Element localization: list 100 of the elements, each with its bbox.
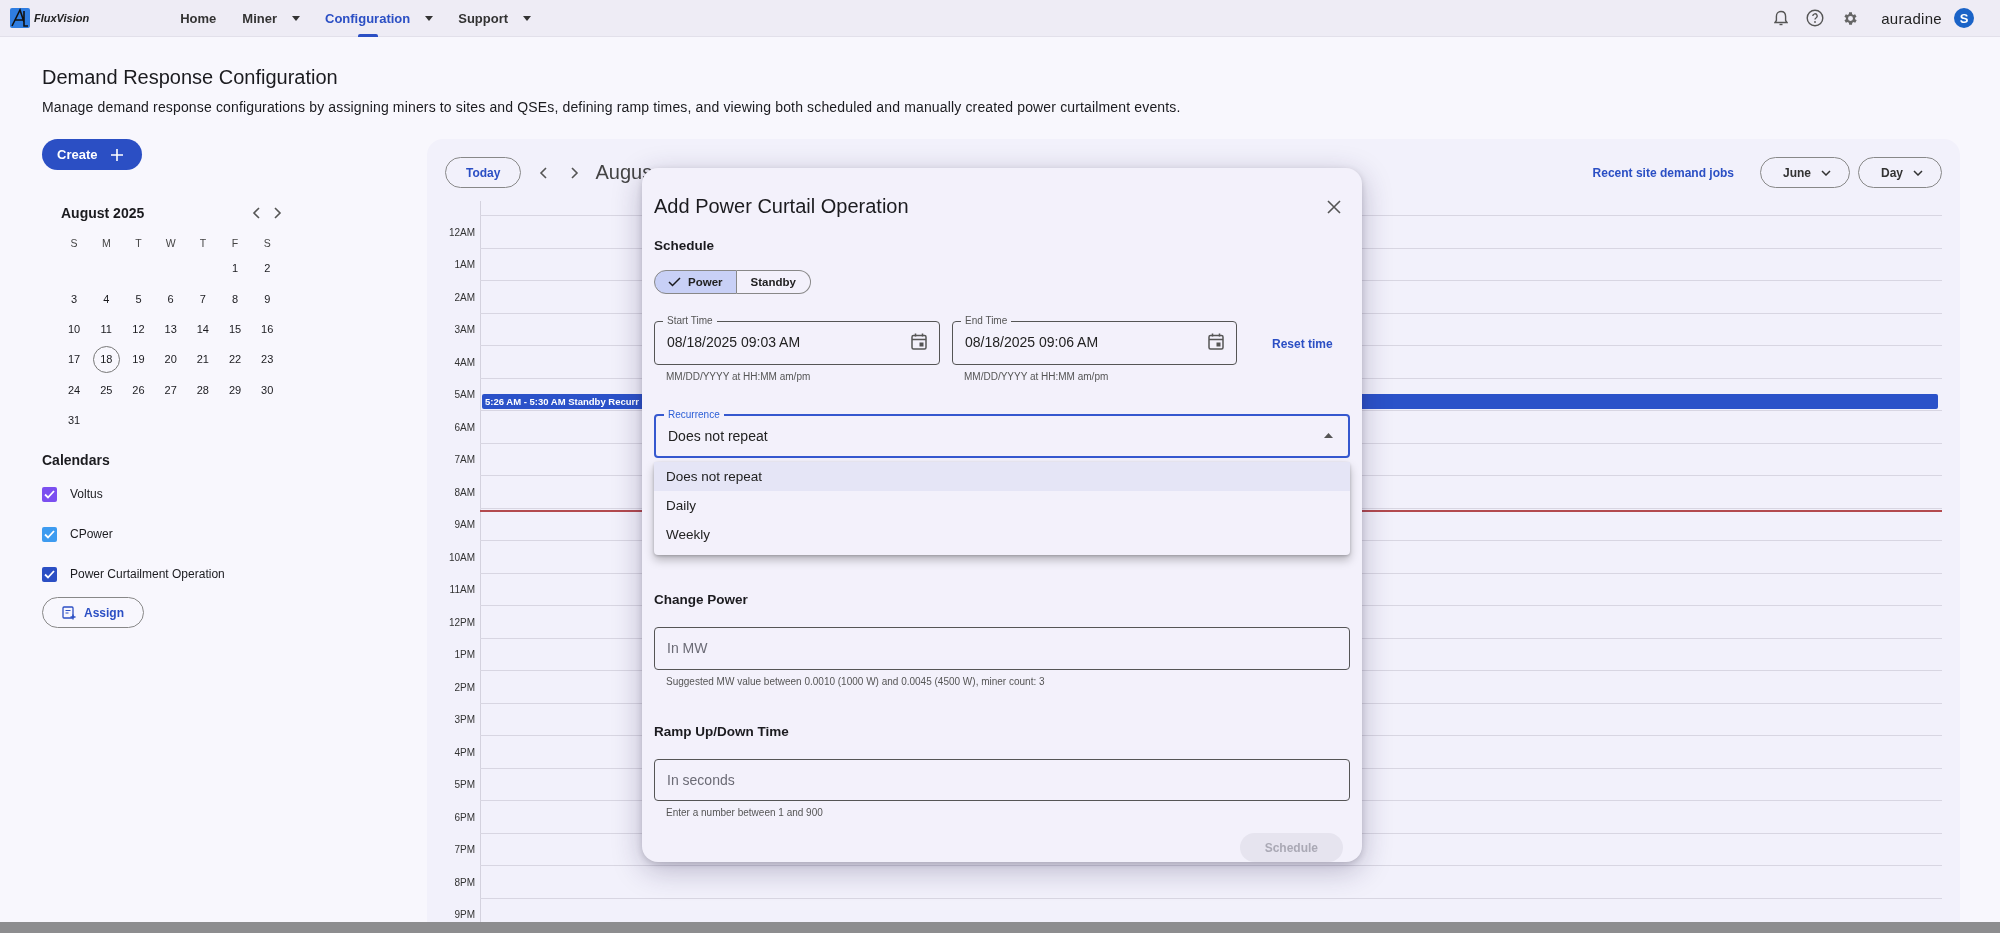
- end-time-field[interactable]: End Time 08/18/2025 09:06 AM: [952, 315, 1237, 366]
- calendar-day[interactable]: 25: [92, 376, 120, 404]
- section-heading: Calendars: [42, 452, 111, 469]
- create-button[interactable]: Create: [42, 139, 143, 170]
- menu-item[interactable]: Daily: [654, 491, 1350, 520]
- dialog-title: Add Power Curtail Operation: [654, 195, 909, 218]
- hour-label: 5PM: [453, 778, 475, 792]
- toggle-option[interactable]: Power: [654, 270, 737, 295]
- checkbox[interactable]: [42, 566, 57, 582]
- hour-label: 12AM: [447, 225, 475, 240]
- calendar-icon[interactable]: [1208, 333, 1224, 351]
- menu-item[interactable]: Does not repeat: [654, 462, 1350, 491]
- calendar-day[interactable]: 5: [124, 285, 152, 313]
- help-icon[interactable]: [1806, 9, 1825, 27]
- calendar-day[interactable]: 6: [157, 285, 185, 313]
- page-description: Manage demand response configurations by assigning miners to sites and QSEs, defining ramp times, and viewing both scheduled and manually created power curtailment events.: [42, 98, 1181, 116]
- recurrence-select[interactable]: Recurrence Does not repeat: [654, 409, 1350, 459]
- weekday-label: W: [164, 236, 177, 251]
- checkbox[interactable]: [42, 526, 57, 542]
- calendar-day[interactable]: 13: [157, 315, 185, 343]
- list-add-icon: [62, 605, 76, 620]
- logo-icon: [10, 8, 30, 28]
- chevron-down-icon: [1913, 169, 1923, 176]
- calendar-day[interactable]: 16: [253, 315, 281, 343]
- calendar-day[interactable]: 27: [157, 376, 185, 404]
- helper-text: MM/DD/YYYY at HH:MM am/pm: [666, 371, 812, 384]
- month-title: August 2025: [61, 205, 145, 221]
- calendar-day[interactable]: 7: [189, 285, 217, 313]
- nav-tab[interactable]: Configuration: [324, 0, 412, 37]
- calendar-day[interactable]: 28: [189, 376, 217, 404]
- hour-label: 3AM: [453, 323, 475, 337]
- nav-tab[interactable]: Support: [457, 0, 510, 37]
- calendar-day[interactable]: 17: [60, 345, 88, 373]
- calendar-day[interactable]: 2: [253, 254, 281, 282]
- settings-icon[interactable]: [1842, 9, 1860, 27]
- calendar-day[interactable]: 22: [221, 345, 249, 373]
- hour-label: 4AM: [453, 355, 475, 370]
- calendar-day[interactable]: 12: [124, 315, 152, 343]
- calendar-day[interactable]: 31: [60, 406, 88, 434]
- power-input[interactable]: In MW: [654, 627, 1350, 670]
- calendar-day[interactable]: 11: [92, 315, 120, 343]
- hour-label: 5AM: [453, 388, 475, 402]
- nav-tab[interactable]: Miner: [241, 0, 278, 37]
- calendar-day[interactable]: 3: [60, 285, 88, 313]
- ramp-time-input[interactable]: In seconds: [654, 758, 1350, 802]
- user-avatar[interactable]: S: [1954, 8, 1974, 28]
- calendar-day[interactable]: 30: [253, 376, 281, 404]
- calendar-day[interactable]: 23: [253, 345, 281, 373]
- calendar-day[interactable]: 14: [189, 315, 217, 343]
- calendar-day[interactable]: 29: [221, 376, 249, 404]
- plus-icon: [111, 148, 124, 161]
- calendar-day[interactable]: 4: [92, 285, 120, 313]
- recent-jobs-link[interactable]: Recent site demand jobs: [1592, 165, 1734, 180]
- calendar-day[interactable]: 19: [124, 345, 152, 373]
- hour-label: 10AM: [447, 550, 475, 565]
- calendar-day[interactable]: 10: [60, 315, 88, 343]
- hour-label: 7PM: [453, 843, 475, 857]
- hour-label: 6PM: [453, 810, 475, 825]
- caret-icon[interactable]: [292, 15, 300, 21]
- close-icon[interactable]: [1327, 199, 1341, 214]
- start-time-field[interactable]: Start Time 08/18/2025 09:03 AM: [654, 315, 940, 366]
- helper-text: MM/DD/YYYY at HH:MM am/pm: [964, 371, 1110, 384]
- checkbox[interactable]: [42, 486, 57, 502]
- calendar-day[interactable]: 21: [189, 345, 217, 373]
- nav-tab[interactable]: Home: [179, 0, 218, 37]
- weekday-label: M: [100, 236, 112, 251]
- calendar-icon[interactable]: [911, 333, 927, 351]
- hour-label: 1PM: [453, 648, 475, 662]
- calendar-day[interactable]: 9: [253, 285, 281, 313]
- chevron-down-icon: [1821, 169, 1831, 176]
- caret-icon[interactable]: [523, 15, 532, 21]
- brand-name: auradine: [1881, 9, 1942, 27]
- calendar-label: CPower: [70, 527, 113, 542]
- calendar-label: Voltus: [70, 487, 103, 502]
- reset-time-link[interactable]: Reset time: [1272, 337, 1333, 352]
- calendar-day[interactable]: 20: [157, 345, 185, 373]
- calendar-day[interactable]: 8: [221, 285, 249, 313]
- hour-label: 2AM: [453, 290, 475, 305]
- calendar-day[interactable]: 15: [221, 315, 249, 343]
- weekday-label: F: [230, 236, 240, 251]
- calendar-day[interactable]: 26: [124, 376, 152, 404]
- notification-icon[interactable]: [1774, 9, 1789, 27]
- page-title: Demand Response Configuration: [42, 65, 338, 89]
- previous-day-icon[interactable]: [539, 166, 548, 179]
- hour-label: 12PM: [447, 615, 475, 630]
- helper-text: Suggested MW value between 0.0010 (1000 W) and 0.0045 (4500 W), miner count: 3: [666, 675, 1045, 688]
- next-day-icon[interactable]: [571, 166, 580, 179]
- caret-icon[interactable]: [425, 15, 434, 21]
- check-icon: [668, 277, 681, 288]
- previous-month-icon[interactable]: [252, 207, 260, 219]
- hour-label: 6AM: [453, 420, 475, 435]
- calendar-day[interactable]: 1: [221, 254, 249, 282]
- helper-text: Enter a number between 1 and 900: [666, 807, 823, 820]
- hour-label: 9AM: [453, 518, 475, 532]
- menu-item[interactable]: Weekly: [654, 520, 1350, 549]
- calendar-day[interactable]: 24: [60, 376, 88, 404]
- weekday-label: T: [198, 236, 208, 251]
- hour-label: 11AM: [448, 583, 475, 597]
- next-month-icon[interactable]: [274, 207, 282, 219]
- section-heading: Schedule: [654, 237, 715, 256]
